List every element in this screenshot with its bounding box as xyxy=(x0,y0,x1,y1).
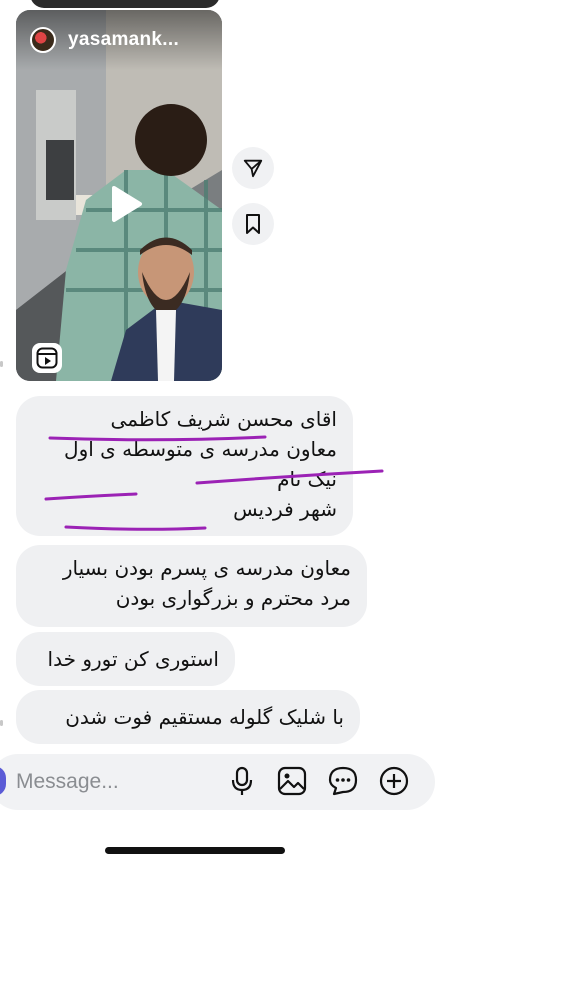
message-bubble[interactable]: با شلیک گلوله مستقیم فوت شدن xyxy=(16,690,360,744)
shared-reel-card[interactable]: yasamank... xyxy=(16,10,222,381)
reel-icon xyxy=(32,343,62,373)
edge-marker xyxy=(0,720,3,726)
message-line: معاون مدرسه ی متوسطه ی اول xyxy=(64,437,337,461)
image-icon[interactable] xyxy=(276,765,308,797)
save-button[interactable] xyxy=(232,203,274,245)
message-line: نیک نام xyxy=(277,467,337,491)
sticker-icon[interactable] xyxy=(327,765,359,797)
message-input[interactable] xyxy=(16,766,216,798)
previous-message-stub xyxy=(30,0,220,8)
message-line: با شلیک گلوله مستقیم فوت شدن xyxy=(65,705,344,729)
message-bubble[interactable]: معاون مدرسه ی پسرم بودن بسیار مرد محترم … xyxy=(16,545,367,627)
reel-header: yasamank... xyxy=(16,10,222,70)
home-indicator[interactable] xyxy=(105,847,285,854)
bookmark-icon xyxy=(246,214,260,234)
reel-avatar[interactable] xyxy=(30,27,56,53)
edge-marker xyxy=(0,361,3,367)
message-line: شهر فردیس xyxy=(233,497,337,521)
message-line: مرد محترم و بزرگواری بودن xyxy=(115,586,351,610)
plus-icon[interactable] xyxy=(378,765,410,797)
message-bubble[interactable]: اقای محسن شریف کاظمی معاون مدرسه ی متوسط… xyxy=(16,396,353,536)
play-icon[interactable] xyxy=(102,182,146,226)
reel-username[interactable]: yasamank... xyxy=(68,29,179,51)
message-line: معاون مدرسه ی پسرم بودن بسیار xyxy=(62,556,351,580)
message-bubble[interactable]: استوری کن تورو خدا xyxy=(16,632,235,686)
share-button[interactable] xyxy=(232,147,274,189)
message-line: استوری کن تورو خدا xyxy=(47,647,219,671)
microphone-icon[interactable] xyxy=(226,765,258,797)
send-icon xyxy=(243,159,263,178)
message-line: اقای محسن شریف کاظمی xyxy=(110,407,337,431)
